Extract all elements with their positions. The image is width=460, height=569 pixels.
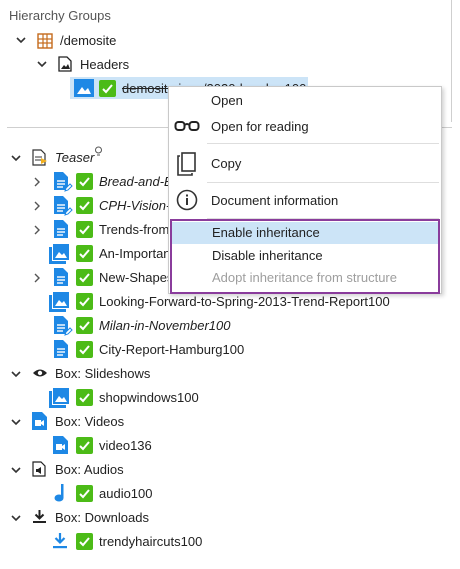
tree-item-label[interactable]: shopwindows100 <box>99 390 199 406</box>
menu-label: Document information <box>211 193 339 208</box>
music-note-icon <box>54 484 64 502</box>
checked-icon <box>99 80 116 97</box>
menu-item-enable-inheritance[interactable]: Enable inheritance <box>172 222 438 244</box>
group-label[interactable]: Box: Audios <box>55 462 124 478</box>
chevron-down-icon[interactable] <box>10 368 22 380</box>
article-icon <box>54 340 68 358</box>
checked-icon <box>76 245 93 262</box>
menu-label: Adopt inheritance from structure <box>212 270 397 285</box>
article-icon <box>54 220 68 238</box>
panel-title: Hierarchy Groups <box>9 8 111 23</box>
group-label[interactable]: Box: Videos <box>55 414 124 430</box>
checked-icon <box>76 173 93 190</box>
menu-item-document-information[interactable]: Document information <box>169 183 441 217</box>
lightbulb-icon <box>95 146 102 156</box>
chevron-down-icon[interactable] <box>10 464 22 476</box>
teaser-icon <box>32 149 47 166</box>
chevron-down-icon[interactable] <box>10 512 22 524</box>
headers-label[interactable]: Headers <box>80 57 129 73</box>
download-icon <box>33 510 46 523</box>
video-file-icon <box>32 412 47 430</box>
tree-item-label[interactable]: An-Importan <box>99 246 171 262</box>
edit-pencil-icon <box>64 207 73 216</box>
menu-label: Enable inheritance <box>212 225 320 240</box>
eye-icon <box>33 369 47 377</box>
checked-icon <box>76 293 93 310</box>
chevron-down-icon[interactable] <box>15 34 27 46</box>
checked-icon <box>76 389 93 406</box>
picture-icon <box>74 79 94 97</box>
video-file-icon <box>53 436 68 454</box>
menu-separator <box>207 143 439 144</box>
copy-icon <box>177 152 196 176</box>
inheritance-options-box: Enable inheritance Disable inheritance A… <box>170 219 440 294</box>
picture-stack-icon <box>49 244 69 264</box>
menu-label: Open for reading <box>211 119 309 134</box>
checked-icon <box>76 221 93 238</box>
menu-label: Copy <box>211 156 242 171</box>
article-icon <box>54 268 68 286</box>
tree-item-label[interactable]: New-Shapes <box>99 270 173 286</box>
audio-file-icon <box>32 461 46 477</box>
edit-pencil-icon <box>64 183 73 192</box>
chevron-down-icon[interactable] <box>10 152 22 164</box>
checked-icon <box>76 197 93 214</box>
chevron-right-icon[interactable] <box>31 176 43 188</box>
chevron-down-icon[interactable] <box>36 58 48 70</box>
chevron-right-icon[interactable] <box>31 224 43 236</box>
picture-stack-icon <box>49 388 69 408</box>
image-file-icon <box>58 56 72 72</box>
checked-icon <box>76 341 93 358</box>
edit-pencil-icon <box>64 327 73 336</box>
tree-item-label[interactable]: trendyhaircuts100 <box>99 534 202 550</box>
glasses-icon <box>174 121 200 131</box>
info-icon <box>176 189 198 211</box>
site-grid-icon <box>37 33 53 49</box>
tree-item-label[interactable]: Trends-from <box>99 222 169 238</box>
checked-icon <box>76 485 93 502</box>
chevron-down-icon[interactable] <box>10 416 22 428</box>
tree-item-label[interactable]: Bread-and-B <box>99 174 173 190</box>
chevron-right-icon[interactable] <box>31 200 43 212</box>
checked-icon <box>76 269 93 286</box>
tree-item-label[interactable]: video136 <box>99 438 152 454</box>
chevron-right-icon[interactable] <box>31 272 43 284</box>
tree-item-label[interactable]: City-Report-Hamburg100 <box>99 342 244 358</box>
checked-icon <box>76 437 93 454</box>
tree-item-label[interactable]: CPH-Vision- <box>99 198 170 214</box>
menu-label: Disable inheritance <box>212 248 323 263</box>
tree-item-label[interactable]: Looking-Forward-to-Spring-2013-Trend-Rep… <box>99 294 390 310</box>
menu-item-copy[interactable]: Copy <box>169 147 441 181</box>
menu-label: Open <box>211 93 243 108</box>
group-label[interactable]: Box: Slideshows <box>55 366 150 382</box>
panel-border <box>451 0 452 122</box>
menu-item-adopt-inheritance: Adopt inheritance from structure <box>172 267 438 289</box>
root-label[interactable]: /demosite <box>60 33 116 49</box>
tree-item-label[interactable]: Milan-in-November100 <box>99 318 231 334</box>
checked-icon <box>76 533 93 550</box>
menu-item-open-for-reading[interactable]: Open for reading <box>169 111 441 145</box>
picture-stack-icon <box>49 292 69 312</box>
group-label[interactable]: Box: Downloads <box>55 510 149 526</box>
tree-item-label[interactable]: audio100 <box>99 486 153 502</box>
teaser-label[interactable]: Teaser <box>55 150 94 166</box>
menu-item-disable-inheritance[interactable]: Disable inheritance <box>172 245 438 267</box>
download-icon <box>53 533 67 549</box>
checked-icon <box>76 317 93 334</box>
